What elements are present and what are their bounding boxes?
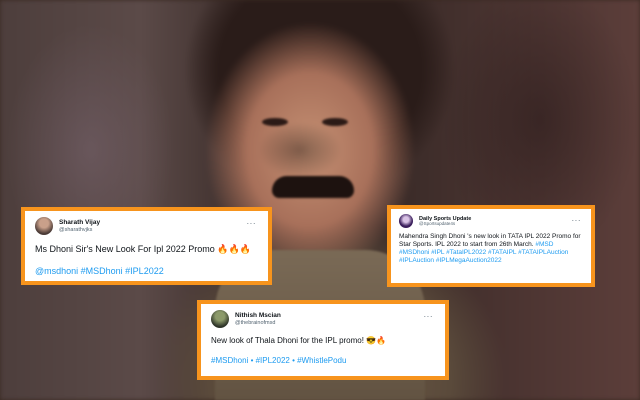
fire-emoji-icon: 🔥🔥🔥 [217, 244, 251, 254]
more-options-icon[interactable]: ··· [424, 312, 434, 321]
tweet-hashtags[interactable]: #MSDhoni • #IPL2022 • #WhistlePodu [211, 356, 435, 366]
background-eye-left [262, 118, 288, 126]
background-mustache [272, 176, 354, 198]
avatar[interactable] [399, 214, 413, 228]
avatar[interactable] [35, 217, 53, 235]
tweet-text: Mahendra Singh Dhoni 's new look in TATA… [399, 233, 583, 266]
author-name[interactable]: Nithish Mscian [235, 312, 281, 319]
tweet-header: Nithish Mscian @thebrainofmsd ··· [211, 310, 435, 328]
tweet-header: Sharath Vijay @sharathvjks ··· [35, 217, 258, 235]
author-handle[interactable]: @thebrainofmsd [235, 320, 281, 326]
author-handle[interactable]: @Sportsupdate4s [419, 221, 471, 227]
tweet-body: Ms Dhoni Sir's New Look For Ipl 2022 Pro… [35, 244, 215, 254]
author-handle[interactable]: @sharathvjks [59, 227, 100, 233]
tweet-card-sharath-vijay[interactable]: Sharath Vijay @sharathvjks ··· Ms Dhoni … [21, 207, 272, 285]
tweet-author: Daily Sports Update @Sportsupdate4s [419, 216, 471, 227]
tweet-hashtags[interactable]: @msdhoni #MSDhoni #IPL2022 [35, 266, 258, 278]
tweet-text: New look of Thala Dhoni for the IPL prom… [211, 336, 435, 346]
tweet-body: New look of Thala Dhoni for the IPL prom… [211, 336, 364, 345]
background-eye-right [322, 118, 348, 126]
avatar[interactable] [211, 310, 229, 328]
more-options-icon[interactable]: ··· [572, 216, 582, 225]
tweet-card-daily-sports-update[interactable]: Daily Sports Update @Sportsupdate4s ··· … [387, 205, 595, 287]
tweet-author: Sharath Vijay @sharathvjks [59, 219, 100, 232]
sunglasses-fire-emoji-icon: 😎🔥 [366, 336, 387, 345]
tweet-card-nithish-mscian[interactable]: Nithish Mscian @thebrainofmsd ··· New lo… [197, 300, 449, 380]
tweet-author: Nithish Mscian @thebrainofmsd [235, 312, 281, 325]
background-crowd-right [420, 0, 640, 400]
more-options-icon[interactable]: ··· [247, 219, 257, 228]
background-crowd-left [0, 0, 210, 400]
author-name[interactable]: Sharath Vijay [59, 219, 100, 226]
tweet-header: Daily Sports Update @Sportsupdate4s ··· [399, 214, 583, 228]
tweet-text: Ms Dhoni Sir's New Look For Ipl 2022 Pro… [35, 244, 258, 256]
